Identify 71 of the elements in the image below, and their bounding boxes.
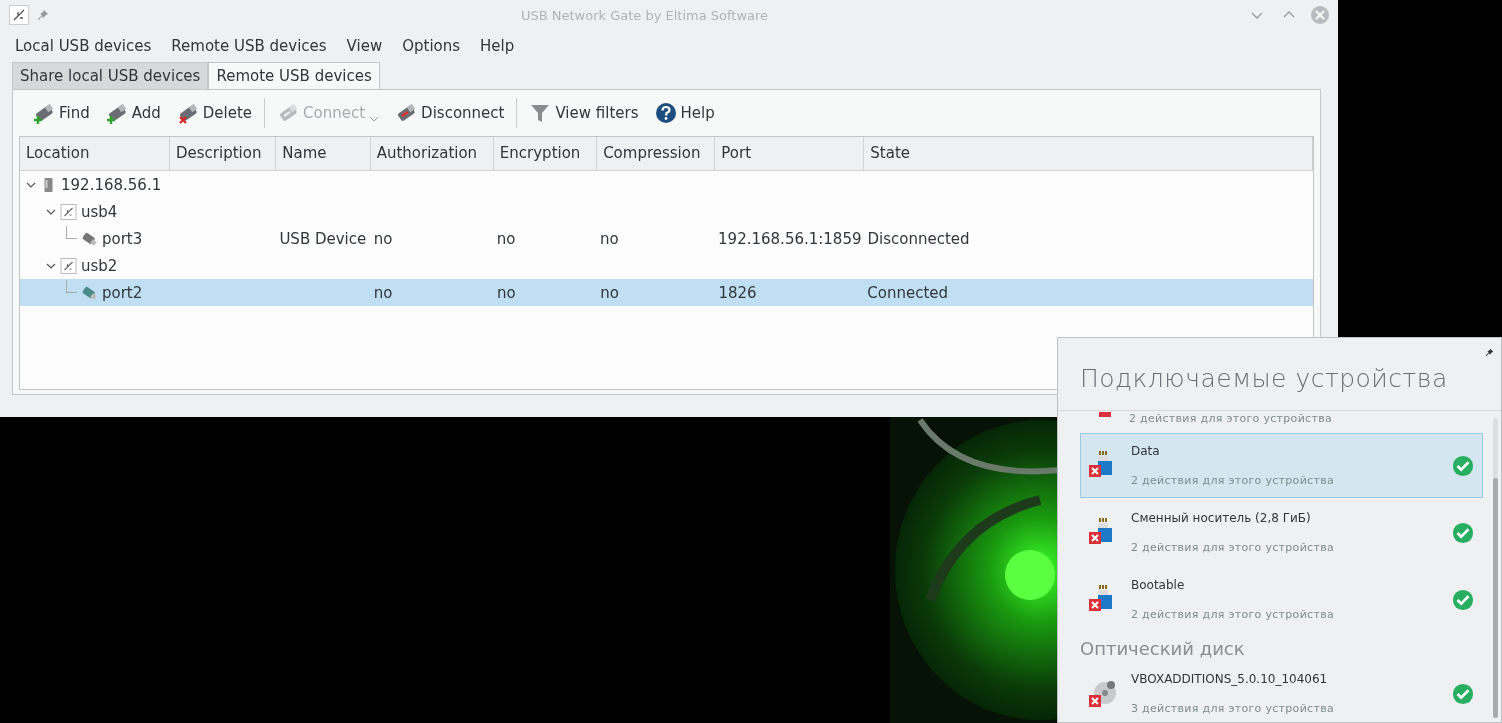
table-cell-text: no — [599, 283, 620, 302]
close-icon[interactable] — [1310, 5, 1330, 25]
tree-label: port3 — [102, 229, 143, 248]
table-cell-text: Disconnected — [866, 229, 971, 248]
table-cell-text: no — [495, 283, 517, 302]
toolbar-button[interactable]: View filters — [521, 98, 647, 128]
device-actions: 3 действия для этого устройства — [1131, 702, 1335, 715]
device-actions: 2 действия для этого устройства — [1131, 474, 1335, 487]
tab[interactable]: Share local USB devices — [12, 62, 209, 89]
column-header[interactable]: Encryption — [493, 137, 598, 170]
pin-icon[interactable] — [1485, 348, 1494, 357]
table-row[interactable]: port3 USB Device no no no 192.168.56.1:1859 Disconnected — [20, 225, 1313, 252]
column-header[interactable]: State — [864, 137, 1313, 170]
column-header[interactable]: Name — [276, 137, 371, 170]
table-row[interactable]: usb4 — [20, 198, 1313, 225]
table-cell-text: 192.168.56.1:1859 — [717, 229, 863, 248]
tab[interactable]: Remote USB devices — [208, 62, 380, 89]
disc-icon — [1089, 678, 1117, 709]
usb-stick-icon — [277, 102, 300, 124]
device-item[interactable]: Data 2 действия для этого устройства — [1080, 433, 1483, 498]
column-header[interactable]: Location — [20, 137, 170, 170]
usb-plus-icon — [105, 102, 128, 124]
table-cell-text: no — [372, 229, 394, 248]
column-header[interactable]: Description — [169, 137, 277, 170]
tree-label: port2 — [102, 283, 143, 302]
popup-title: Подключаемые устройства — [1058, 338, 1501, 411]
device-name: Bootable — [1131, 578, 1186, 592]
menu-item[interactable]: Help — [470, 37, 525, 55]
device-actions: 2 действия для этого устройства — [1131, 541, 1335, 554]
usb-cross-icon — [176, 102, 199, 124]
usb-stick-icon — [395, 102, 418, 124]
tree-label: usb2 — [81, 256, 118, 275]
table-cell-text: USB Device — [278, 229, 368, 248]
column-header[interactable]: Authorization — [370, 137, 494, 170]
device-icon — [1099, 412, 1111, 417]
usb-plus-icon — [33, 102, 55, 124]
toolbar-button[interactable]: Add — [97, 98, 169, 128]
caret-icon — [369, 116, 380, 122]
table-row[interactable]: port2 no no no 1826 Connected — [20, 279, 1313, 306]
device-name: Data — [1131, 444, 1161, 458]
table-row[interactable]: 192.168.56.1 — [20, 171, 1313, 198]
table-row[interactable]: usb2 — [20, 252, 1313, 279]
device-item[interactable]: Сменный носитель (2,8 ГиБ) 2 действия для этого устройства — [1080, 500, 1483, 565]
menu-item[interactable]: View — [336, 37, 393, 55]
toolbar-button[interactable]: Find — [25, 98, 98, 128]
menu-item[interactable]: Local USB devices — [5, 37, 162, 55]
toolbar-button[interactable]: Disconnect — [387, 98, 513, 128]
tree-label: 192.168.56.1 — [61, 175, 162, 194]
device-item[interactable]: Bootable 2 действия для этого устройства — [1080, 567, 1483, 632]
table-cell-text: 1826 — [717, 283, 758, 302]
device-actions: 2 действия для этого устройства — [1129, 412, 1333, 425]
scrollbar[interactable] — [1493, 418, 1498, 718]
toolbar-button[interactable]: Delete — [168, 98, 261, 128]
menu-item[interactable]: Options — [392, 37, 471, 55]
device-actions: 2 действия для этого устройства — [1131, 608, 1335, 621]
table-cell-text: Connected — [866, 283, 950, 302]
column-header[interactable]: Port — [715, 137, 865, 170]
toolbar-button[interactable]: Help — [646, 98, 723, 128]
device-name: Сменный носитель (2,8 ГиБ) — [1131, 511, 1312, 525]
table-cell-text: no — [372, 283, 394, 302]
help-icon — [654, 102, 677, 124]
window-title: USB Network Gate by Eltima Software — [519, 7, 770, 23]
table-cell-text: no — [598, 229, 620, 248]
device-item[interactable]: VBOXADDITIONS_5.0.10_104061 3 действия для этого устройства — [1080, 661, 1483, 723]
device-name: VBOXADDITIONS_5.0.10_104061 — [1131, 672, 1329, 686]
menu-item[interactable]: Remote USB devices — [161, 37, 337, 55]
table-cell-text: no — [495, 229, 517, 248]
section-heading: Оптический диск — [1080, 637, 1246, 661]
funnel-icon — [529, 102, 552, 124]
tree-label: usb4 — [81, 202, 118, 221]
column-header[interactable]: Compression — [597, 137, 716, 170]
